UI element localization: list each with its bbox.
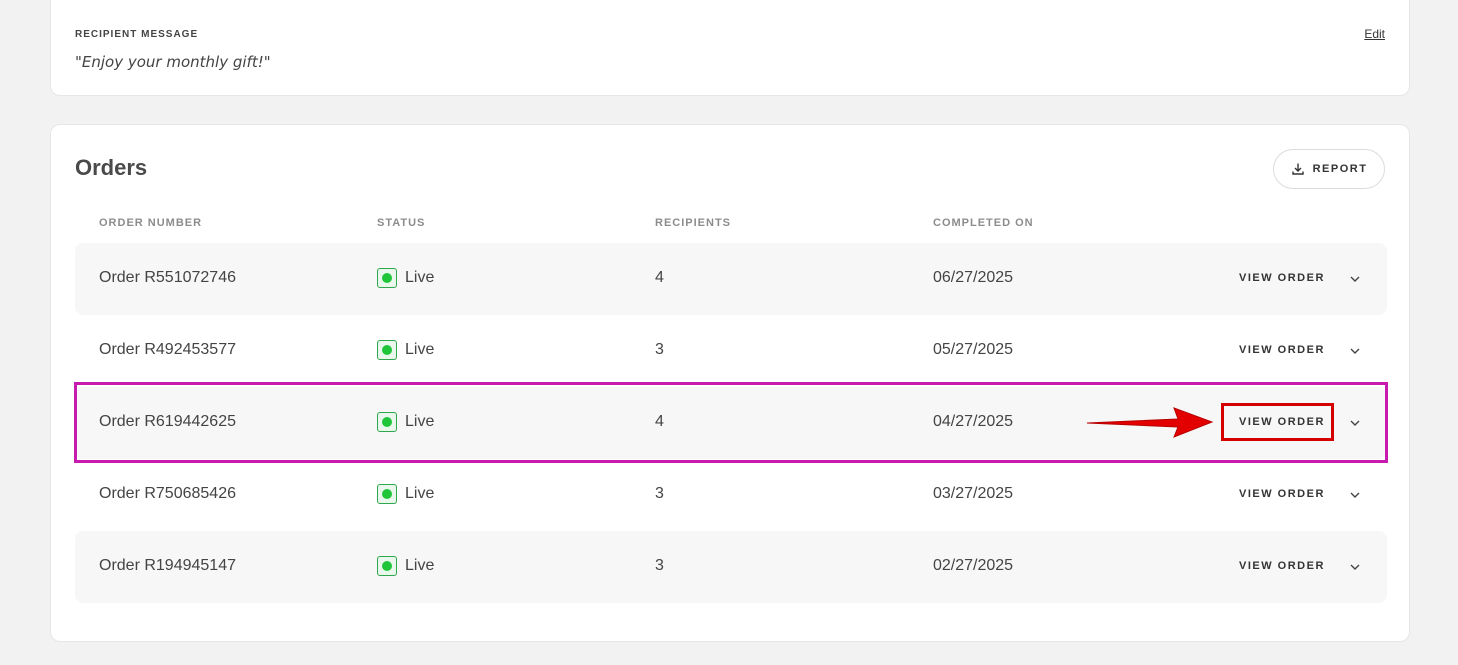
completed-date: 06/27/2025 [933, 269, 1014, 286]
recipients-count: 4 [655, 413, 664, 430]
report-button-label: REPORT [1312, 163, 1368, 175]
chevron-down-icon[interactable] [1348, 344, 1362, 358]
status-label: Live [405, 341, 435, 358]
orders-title: Orders [75, 155, 148, 180]
status-cell: Live [377, 340, 434, 360]
completed-date: 04/27/2025 [933, 413, 1014, 430]
status-label: Live [405, 557, 435, 574]
recipients-count: 3 [655, 341, 664, 358]
live-status-icon [377, 340, 397, 360]
status-label: Live [405, 269, 435, 286]
order-number: Order R750685426 [99, 485, 236, 502]
status-cell: Live [377, 556, 434, 576]
view-order-button[interactable]: VIEW ORDER [1239, 488, 1325, 500]
status-label: Live [405, 485, 435, 502]
chevron-down-icon[interactable] [1348, 416, 1362, 430]
recipients-count: 3 [655, 485, 664, 502]
report-button[interactable]: REPORT [1273, 149, 1385, 189]
table-row: Order R619442625 Live 4 04/27/2025 VIEW … [75, 387, 1387, 459]
orders-table-header: ORDER NUMBER STATUS RECIPIENTS COMPLETED… [75, 217, 1387, 233]
order-number: Order R492453577 [99, 341, 236, 358]
recipient-message-label: RECIPIENT MESSAGE [75, 29, 199, 40]
order-number: Order R551072746 [99, 269, 236, 286]
order-number: Order R619442625 [99, 413, 236, 430]
recipient-message-card: RECIPIENT MESSAGE "Enjoy your monthly gi… [50, 0, 1410, 96]
orders-card: Orders REPORT ORDER NUMBER STATUS RECIPI… [50, 124, 1410, 642]
live-status-icon [377, 412, 397, 432]
column-header-completed-on: COMPLETED ON [933, 217, 1034, 229]
chevron-down-icon[interactable] [1348, 488, 1362, 502]
live-status-icon [377, 268, 397, 288]
status-cell: Live [377, 484, 434, 504]
table-row: Order R750685426 Live 3 03/27/2025 VIEW … [75, 459, 1387, 531]
recipients-count: 3 [655, 557, 664, 574]
view-order-button[interactable]: VIEW ORDER [1239, 416, 1325, 428]
chevron-down-icon[interactable] [1348, 560, 1362, 574]
column-header-order-number: ORDER NUMBER [99, 217, 203, 229]
recipient-message-text: "Enjoy your monthly gift!" [75, 53, 271, 71]
completed-date: 05/27/2025 [933, 341, 1014, 358]
view-order-button[interactable]: VIEW ORDER [1239, 272, 1325, 284]
column-header-recipients: RECIPIENTS [655, 217, 732, 229]
live-status-icon [377, 484, 397, 504]
status-cell: Live [377, 268, 434, 288]
completed-date: 03/27/2025 [933, 485, 1014, 502]
completed-date: 02/27/2025 [933, 557, 1014, 574]
table-row: Order R492453577 Live 3 05/27/2025 VIEW … [75, 315, 1387, 387]
status-label: Live [405, 413, 435, 430]
live-status-icon [377, 556, 397, 576]
order-number: Order R194945147 [99, 557, 236, 574]
table-row: Order R194945147 Live 3 02/27/2025 VIEW … [75, 531, 1387, 603]
column-header-status: STATUS [377, 217, 426, 229]
view-order-button[interactable]: VIEW ORDER [1239, 560, 1325, 572]
download-icon [1291, 163, 1304, 175]
edit-message-link[interactable]: Edit [1364, 27, 1385, 41]
view-order-button[interactable]: VIEW ORDER [1239, 344, 1325, 356]
table-row: Order R551072746 Live 4 06/27/2025 VIEW … [75, 243, 1387, 315]
status-cell: Live [377, 412, 434, 432]
chevron-down-icon[interactable] [1348, 272, 1362, 286]
recipients-count: 4 [655, 269, 664, 286]
